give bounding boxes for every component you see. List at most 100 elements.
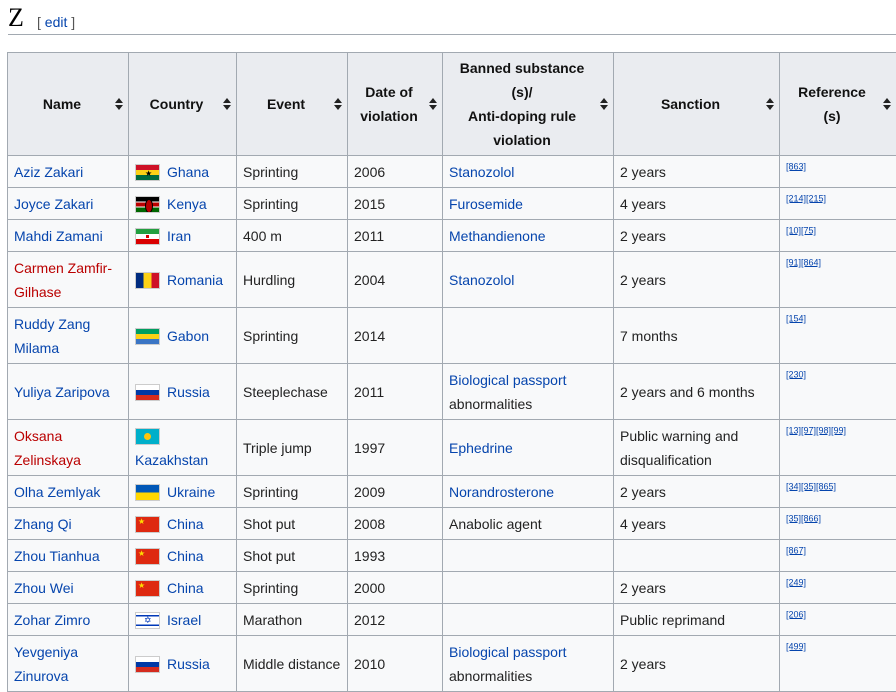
reference-link[interactable]: [867] — [786, 545, 806, 555]
edit-link[interactable]: edit — [45, 14, 68, 30]
cell-substance — [443, 308, 614, 364]
reference-link[interactable]: [214][215] — [786, 193, 826, 203]
table-row: Zhou Tianhua★ChinaShot put1993[867] — [8, 540, 896, 572]
reference-link[interactable]: [230] — [786, 369, 806, 379]
cell-country: Kazakhstan — [129, 420, 237, 476]
sort-icon[interactable] — [883, 98, 891, 110]
athlete-link[interactable]: Joyce Zakari — [14, 196, 93, 212]
column-header-substance[interactable]: Banned substance(s)/Anti-doping ruleviol… — [443, 53, 614, 156]
reference-link[interactable]: [35][866] — [786, 513, 821, 523]
athlete-link[interactable]: Aziz Zakari — [14, 164, 83, 180]
column-header-reference[interactable]: Reference(s) — [780, 53, 896, 156]
reference-link[interactable]: [10][75] — [786, 225, 816, 235]
column-header-name[interactable]: Name — [8, 53, 129, 156]
substance-link[interactable]: Norandrosterone — [449, 484, 554, 500]
sort-icon[interactable] — [429, 98, 437, 110]
athlete-link[interactable]: Yevgeniya Zinurova — [14, 644, 78, 684]
kazakhstan-flag-icon — [135, 428, 160, 445]
cell-sanction — [614, 540, 780, 572]
cell-sanction: 2 years — [614, 220, 780, 252]
sort-icon[interactable] — [766, 98, 774, 110]
country-link[interactable]: Ukraine — [167, 484, 215, 500]
cell-substance: Stanozolol — [443, 156, 614, 188]
table-header-row: Name Country Event Date ofviolation Bann… — [8, 53, 896, 156]
table-row: Joyce ZakariKenyaSprinting2015Furosemide… — [8, 188, 896, 220]
reference-link[interactable]: [863] — [786, 161, 806, 171]
country-link[interactable]: Israel — [167, 612, 201, 628]
cell-date: 2009 — [348, 476, 443, 508]
athlete-link[interactable]: Oksana Zelinskaya — [14, 428, 81, 468]
country-link[interactable]: Iran — [167, 228, 191, 244]
country-link[interactable]: China — [167, 580, 204, 596]
substance-link[interactable]: Ephedrine — [449, 440, 513, 456]
israel-flag-icon: ✡ — [135, 612, 160, 629]
cell-reference: [13][97][98][99] — [780, 420, 896, 476]
column-header-date[interactable]: Date ofviolation — [348, 53, 443, 156]
athlete-link[interactable]: Ruddy Zang Milama — [14, 316, 90, 356]
substance-link[interactable]: Furosemide — [449, 196, 523, 212]
cell-sanction: 4 years — [614, 188, 780, 220]
reference-link[interactable]: [34][35][865] — [786, 481, 836, 491]
athlete-link[interactable]: Zohar Zimro — [14, 612, 90, 628]
sort-icon[interactable] — [223, 98, 231, 110]
athlete-link[interactable]: Zhou Wei — [14, 580, 74, 596]
cell-reference: [206] — [780, 604, 896, 636]
table-row: Zhou Wei★ChinaSprinting20002 years[249] — [8, 572, 896, 604]
substance-link[interactable]: Biological passport — [449, 644, 567, 660]
athlete-link[interactable]: Zhou Tianhua — [14, 548, 100, 564]
country-link[interactable]: Kenya — [167, 196, 207, 212]
cell-country: ★China — [129, 508, 237, 540]
country-link[interactable]: Romania — [167, 272, 223, 288]
country-link[interactable]: China — [167, 548, 204, 564]
table-row: Oksana ZelinskayaKazakhstanTriple jump19… — [8, 420, 896, 476]
cell-event: Shot put — [237, 508, 348, 540]
reference-link[interactable]: [249] — [786, 577, 806, 587]
reference-link[interactable]: [154] — [786, 313, 806, 323]
athlete-link[interactable]: Olha Zemlyak — [14, 484, 100, 500]
athlete-link[interactable]: Yuliya Zaripova — [14, 384, 110, 400]
substance-link[interactable]: Methandienone — [449, 228, 546, 244]
cell-date: 2014 — [348, 308, 443, 364]
reference-link[interactable]: [91][864] — [786, 257, 821, 267]
country-link[interactable]: Russia — [167, 384, 210, 400]
cell-event: Sprinting — [237, 476, 348, 508]
athlete-link[interactable]: Carmen Zamfir-Gilhase — [14, 260, 112, 300]
substance-link[interactable]: Stanozolol — [449, 272, 514, 288]
cell-date: 2004 — [348, 252, 443, 308]
column-header-sanction[interactable]: Sanction — [614, 53, 780, 156]
sort-icon[interactable] — [115, 98, 123, 110]
country-link[interactable]: China — [167, 516, 204, 532]
reference-link[interactable]: [499] — [786, 641, 806, 651]
table-row: Zhang Qi★ChinaShot put2008Anabolic agent… — [8, 508, 896, 540]
athlete-link[interactable]: Mahdi Zamani — [14, 228, 103, 244]
reference-link[interactable]: [13][97][98][99] — [786, 425, 846, 435]
cell-date: 2012 — [348, 604, 443, 636]
athlete-link[interactable]: Zhang Qi — [14, 516, 72, 532]
doping-table: Name Country Event Date ofviolation Bann… — [7, 52, 896, 692]
cell-name: Zhou Wei — [8, 572, 129, 604]
cell-name: Yuliya Zaripova — [8, 364, 129, 420]
substance-link[interactable]: Stanozolol — [449, 164, 514, 180]
cell-sanction: 2 years — [614, 156, 780, 188]
cell-date: 2015 — [348, 188, 443, 220]
country-link[interactable]: Gabon — [167, 328, 209, 344]
reference-link[interactable]: [206] — [786, 609, 806, 619]
cell-date: 1997 — [348, 420, 443, 476]
cell-sanction: 2 years — [614, 636, 780, 692]
table-row: Yevgeniya ZinurovaRussiaMiddle distance2… — [8, 636, 896, 692]
column-header-country[interactable]: Country — [129, 53, 237, 156]
column-header-event[interactable]: Event — [237, 53, 348, 156]
cell-reference: [863] — [780, 156, 896, 188]
cell-substance: Anabolic agent — [443, 508, 614, 540]
country-link[interactable]: Ghana — [167, 164, 209, 180]
sort-icon[interactable] — [600, 98, 608, 110]
cell-substance: Norandrosterone — [443, 476, 614, 508]
cell-country: ✡ Israel — [129, 604, 237, 636]
cell-name: Ruddy Zang Milama — [8, 308, 129, 364]
sort-icon[interactable] — [334, 98, 342, 110]
substance-link[interactable]: Biological passport — [449, 372, 567, 388]
country-link[interactable]: Kazakhstan — [135, 452, 208, 468]
country-link[interactable]: Russia — [167, 656, 210, 672]
cell-event: 400 m — [237, 220, 348, 252]
cell-name: Oksana Zelinskaya — [8, 420, 129, 476]
